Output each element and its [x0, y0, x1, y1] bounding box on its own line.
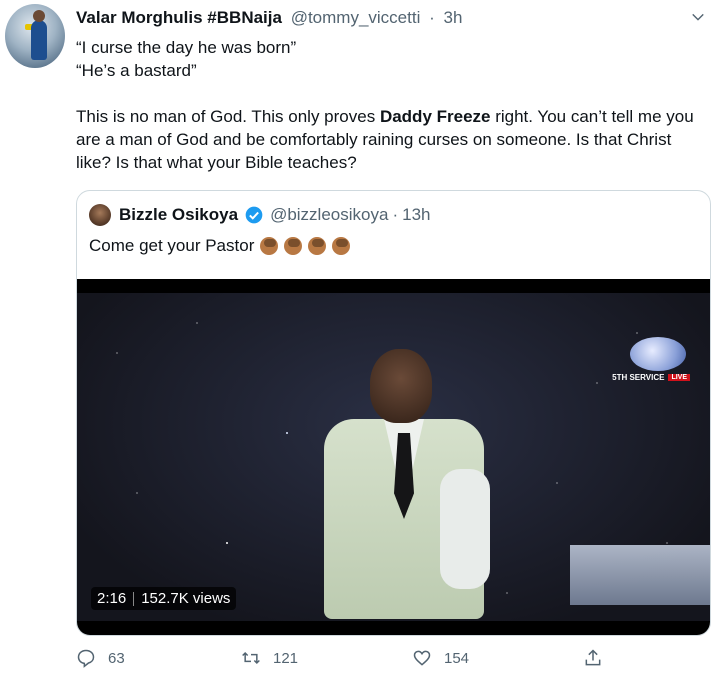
- stage-screen: [570, 545, 710, 605]
- quoted-text-content: Come get your Pastor: [89, 236, 255, 255]
- quoted-avatar[interactable]: [89, 204, 111, 226]
- quoted-header: Bizzle Osikoya @bizzleosikoya · 13h: [89, 204, 430, 226]
- share-icon: [585, 649, 601, 666]
- video-views: 152.7K views: [141, 590, 231, 607]
- author-name[interactable]: Valar Morghulis #BBNaija: [76, 8, 282, 27]
- reply-icon: [77, 649, 95, 668]
- tweet-text: “I curse the day he was born” “He’s a ba…: [76, 36, 708, 174]
- tweet-header: Valar Morghulis #BBNaija @tommy_viccetti…: [76, 8, 462, 28]
- avatar-figure: [31, 10, 47, 60]
- author-avatar[interactable]: [5, 4, 65, 68]
- service-label: 5TH SERVICE LIVE: [612, 373, 690, 382]
- reply-count: 63: [108, 649, 125, 667]
- chevron-down-icon: [692, 13, 704, 21]
- quoted-text: Come get your Pastor: [89, 236, 351, 256]
- video-duration: 2:16: [97, 590, 127, 607]
- quoted-author-name[interactable]: Bizzle Osikoya: [119, 205, 238, 225]
- facepalm-emoji-icon: [308, 237, 327, 255]
- quoted-time[interactable]: 13h: [402, 205, 430, 225]
- facepalm-emoji-icon: [260, 237, 279, 255]
- facepalm-emoji-icon: [284, 237, 303, 255]
- tweet-line-1: “I curse the day he was born”: [76, 38, 297, 57]
- verified-badge-icon: [245, 206, 263, 224]
- author-handle[interactable]: @tommy_viccetti: [291, 8, 421, 27]
- retweet-icon: [242, 651, 260, 665]
- like-count: 154: [444, 649, 470, 667]
- tweet-line-2: “He’s a bastard”: [76, 61, 197, 80]
- more-menu-button[interactable]: [691, 10, 705, 24]
- quoted-time-separator: ·: [392, 205, 399, 224]
- facepalm-emoji-icon: [332, 237, 351, 255]
- quoted-author-handle[interactable]: @bizzleosikoya: [270, 205, 388, 225]
- reply-button[interactable]: 63: [76, 648, 125, 668]
- retweet-button[interactable]: 121: [241, 648, 298, 668]
- tweet-paragraph: This is no man of God. This only proves …: [76, 105, 708, 174]
- video-speaker: [302, 349, 502, 635]
- mention-daddy-freeze: Daddy Freeze: [379, 107, 491, 126]
- quoted-tweet[interactable]: Bizzle Osikoya @bizzleosikoya · 13h Come…: [76, 190, 711, 636]
- live-badge: LIVE: [668, 374, 690, 381]
- video-player[interactable]: 5TH SERVICE LIVE 2:16 152.7K views: [77, 279, 710, 635]
- tweet-time[interactable]: 3h: [444, 8, 463, 27]
- retweet-count: 121: [273, 649, 299, 667]
- video-frame: 5TH SERVICE LIVE: [77, 293, 710, 621]
- channel-logo: [630, 337, 686, 371]
- paragraph-start: This is no man of God. This only proves: [76, 107, 380, 126]
- tweet-actions: 63 121 154: [76, 648, 696, 672]
- video-duration-badge: 2:16 152.7K views: [91, 587, 237, 610]
- like-button[interactable]: 154: [412, 648, 469, 668]
- share-button[interactable]: [583, 648, 615, 668]
- time-separator: ·: [429, 8, 435, 27]
- like-icon: [413, 650, 431, 666]
